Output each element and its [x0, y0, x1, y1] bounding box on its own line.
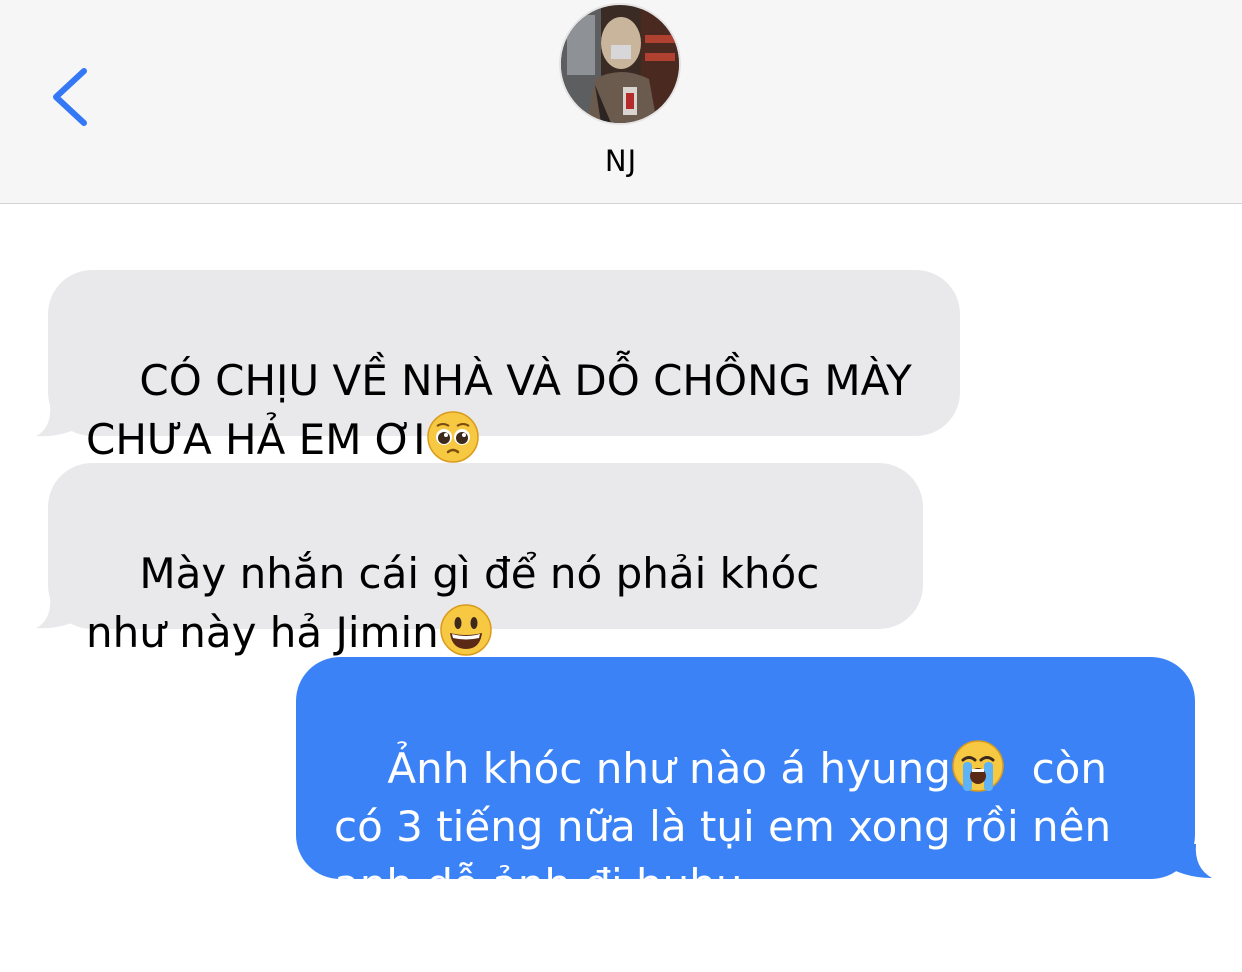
contact-name[interactable]: NJ — [0, 144, 1242, 178]
grinning-face-icon — [439, 604, 492, 656]
back-button[interactable] — [40, 55, 110, 139]
chevron-left-icon — [53, 68, 87, 126]
avatar[interactable] — [559, 3, 681, 125]
message-text: CÓ CHỊU VỀ NHÀ VÀ DỖ CHỒNG MÀY CHƯA HẢ E… — [86, 356, 926, 464]
loudly-crying-face-icon — [952, 740, 1004, 792]
message-bubble-outgoing[interactable]: Ảnh khóc như nào á hyung còn có 3 tiếng … — [296, 657, 1195, 909]
message-text: Ảnh khóc như nào á hyung — [387, 744, 951, 793]
message-bubble-incoming[interactable]: CÓ CHỊU VỀ NHÀ VÀ DỖ CHỒNG MÀY CHƯA HẢ E… — [48, 270, 960, 464]
conversation-header: NJ — [0, 0, 1242, 204]
message-bubble-incoming[interactable]: Mày nhắn cái gì để nó phải khóc như này … — [48, 463, 923, 657]
message-thread: CÓ CHỊU VỀ NHÀ VÀ DỖ CHỒNG MÀY CHƯA HẢ E… — [0, 204, 1242, 909]
avatar-photo — [561, 5, 679, 123]
pleading-face-icon — [426, 411, 479, 463]
